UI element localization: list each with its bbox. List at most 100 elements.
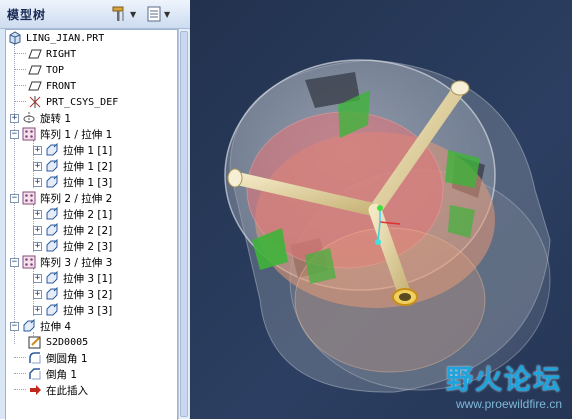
extrude-icon <box>46 207 58 220</box>
expand-toggle[interactable]: + <box>33 289 42 299</box>
coordinate-system-icon <box>29 96 41 108</box>
pattern-icon <box>22 127 36 141</box>
tree-item-csys[interactable]: PRT_CSYS_DEF <box>28 94 118 110</box>
tree-item-round[interactable]: 倒圆角 1 <box>28 350 88 366</box>
tree-item-label: 倒角 1 <box>46 368 78 381</box>
tree-item-label: 阵列 2 / 拉伸 2 <box>40 192 113 205</box>
tree-item-pattern-2-member[interactable]: + 拉伸 2 [3] <box>33 238 112 254</box>
extrude-icon <box>23 319 35 332</box>
sketch-icon <box>28 336 41 349</box>
settings-menu-button[interactable]: ▼ <box>146 4 170 24</box>
datum-plane-icon <box>28 49 42 59</box>
tree-connector <box>14 85 26 86</box>
expand-toggle[interactable]: + <box>33 241 42 251</box>
tree-item-label: 拉伸 3 [1] <box>63 272 113 285</box>
tree-item-chamfer[interactable]: 倒角 1 <box>28 366 77 382</box>
tree-connector <box>14 101 26 102</box>
collapse-toggle[interactable]: − <box>10 257 19 267</box>
insert-arrow-icon <box>30 385 41 395</box>
extrude-icon <box>46 175 58 188</box>
tree-item-pattern-3-member[interactable]: + 拉伸 3 [2] <box>33 286 112 302</box>
model-tree-panel: 模型树 ▼ ▼ LING_JIAN.PRT RIGHT TOP FRONT PR… <box>0 0 190 420</box>
tree-item-revolve[interactable]: + 旋转 1 <box>10 110 71 126</box>
tree-item-label: 阵列 3 / 拉伸 3 <box>40 256 113 269</box>
tree-item-insert-here[interactable]: 在此插入 <box>28 382 88 398</box>
tree-item-label: LING_JIAN.PRT <box>26 32 105 44</box>
collapse-toggle[interactable]: − <box>10 193 19 203</box>
revolve-icon <box>23 112 35 124</box>
tree-item-label: TOP <box>46 64 65 76</box>
tree-scrollbar[interactable] <box>178 29 189 419</box>
extrude-icon <box>46 159 58 172</box>
expand-toggle[interactable]: + <box>33 305 42 315</box>
tree-item-label: 旋转 1 <box>40 112 72 125</box>
tree-item-front[interactable]: FRONT <box>28 78 76 94</box>
tree-item-label: FRONT <box>46 80 77 92</box>
tree-item-label: PRT_CSYS_DEF <box>46 96 119 108</box>
tree-item-right[interactable]: RIGHT <box>28 46 76 62</box>
tree-connector <box>14 69 26 70</box>
pattern-icon <box>22 255 36 269</box>
tree-item-label: 在此插入 <box>46 384 88 397</box>
datum-plane-icon <box>28 65 42 75</box>
model-tree: LING_JIAN.PRT RIGHT TOP FRONT PRT_CSYS_D… <box>5 29 178 420</box>
tree-item-sketch[interactable]: S2D0005 <box>28 334 88 350</box>
tree-item-label: S2D0005 <box>46 336 89 348</box>
list-settings-icon <box>147 6 161 22</box>
forum-watermark: 野火论坛 www.proewildfire.cn <box>446 358 562 411</box>
extrude-icon <box>46 271 58 284</box>
tree-item-pattern-3-member[interactable]: + 拉伸 3 [3] <box>33 302 112 318</box>
tree-item-pattern-1-member[interactable]: + 拉伸 1 [3] <box>33 174 112 190</box>
datum-plane-icon <box>28 81 42 91</box>
tree-connector <box>14 357 26 358</box>
expand-toggle[interactable]: + <box>33 161 42 171</box>
tree-item-pattern-3-member[interactable]: + 拉伸 3 [1] <box>33 270 112 286</box>
expand-toggle[interactable]: + <box>33 145 42 155</box>
extrude-icon <box>46 303 58 316</box>
tree-item-label: 阵列 1 / 拉伸 1 <box>40 128 113 141</box>
extrude-icon <box>46 143 58 156</box>
tree-item-pattern-2[interactable]: − 阵列 2 / 拉伸 2 <box>10 190 112 206</box>
tree-item-label: RIGHT <box>46 48 77 60</box>
tree-item-pattern-1[interactable]: − 阵列 1 / 拉伸 1 <box>10 126 112 142</box>
extrude-icon <box>46 287 58 300</box>
collapse-toggle[interactable]: − <box>10 321 19 331</box>
expand-toggle[interactable]: + <box>33 273 42 283</box>
tree-item-label: 拉伸 4 <box>40 320 72 333</box>
panel-title: 模型树 <box>7 8 47 22</box>
expand-toggle[interactable]: + <box>10 113 19 123</box>
model-viewport[interactable]: 野火论坛 www.proewildfire.cn <box>190 0 572 419</box>
tree-item-label: 拉伸 2 [2] <box>63 224 113 237</box>
tree-item-pattern-3[interactable]: − 阵列 3 / 拉伸 3 <box>10 254 112 270</box>
tree-item-pattern-2-member[interactable]: + 拉伸 2 [1] <box>33 206 112 222</box>
model-tree-header: 模型树 ▼ ▼ <box>0 0 190 29</box>
tree-item-root[interactable]: LING_JIAN.PRT <box>8 30 104 46</box>
scrollbar-thumb[interactable] <box>180 31 188 417</box>
expand-toggle[interactable]: + <box>33 225 42 235</box>
part-model <box>224 59 551 393</box>
chevron-down-icon: ▼ <box>164 9 171 19</box>
expand-toggle[interactable]: + <box>33 177 42 187</box>
tree-item-pattern-1-member[interactable]: + 拉伸 1 [2] <box>33 158 112 174</box>
tree-item-label: 拉伸 1 [1] <box>63 144 113 157</box>
tree-item-label: 倒圆角 1 <box>46 352 88 365</box>
pattern-icon <box>22 191 36 205</box>
expand-toggle[interactable]: + <box>33 209 42 219</box>
collapse-toggle[interactable]: − <box>10 129 19 139</box>
watermark-title: 野火论坛 <box>446 365 562 396</box>
tree-item-top[interactable]: TOP <box>28 62 64 78</box>
tree-item-label: 拉伸 1 [2] <box>63 160 113 173</box>
tools-menu-button[interactable]: ▼ <box>110 4 136 24</box>
tree-connector <box>14 373 26 374</box>
tree-connector <box>14 53 26 54</box>
tree-item-extrude-4[interactable]: − 拉伸 4 <box>10 318 71 334</box>
tree-connector <box>14 389 26 390</box>
tree-item-label: 拉伸 3 [2] <box>63 288 113 301</box>
tree-item-label: 拉伸 2 [3] <box>63 240 113 253</box>
extrude-icon <box>46 239 58 252</box>
chevron-down-icon: ▼ <box>130 9 137 19</box>
tree-item-label: 拉伸 1 [3] <box>63 176 113 189</box>
tree-item-pattern-2-member[interactable]: + 拉伸 2 [2] <box>33 222 112 238</box>
tree-item-pattern-1-member[interactable]: + 拉伸 1 [1] <box>33 142 112 158</box>
hammer-wrench-icon <box>112 6 124 21</box>
